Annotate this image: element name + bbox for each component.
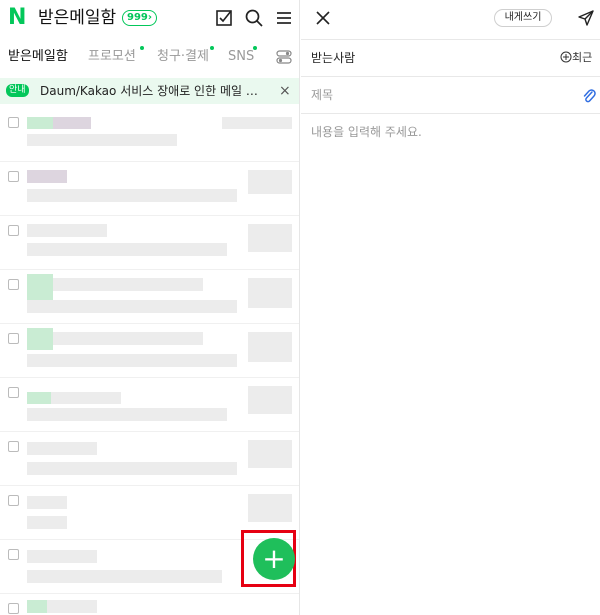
blurred-subject: [27, 408, 227, 421]
blurred-subject: [27, 570, 222, 583]
mail-row[interactable]: [0, 162, 299, 216]
mail-row[interactable]: [0, 324, 299, 378]
compose-check-icon[interactable]: [214, 8, 234, 28]
tab-promotion[interactable]: 프로모션: [88, 48, 136, 66]
tab-sns[interactable]: SNS: [228, 48, 254, 66]
blurred-sender: [27, 496, 67, 509]
mail-checkbox[interactable]: [8, 225, 19, 236]
mail-checkbox[interactable]: [8, 549, 19, 560]
mail-row[interactable]: [0, 108, 299, 162]
mail-list-pane: N 받은메일함 999› 받은메일함 프로모션 청구·결제 SNS 안내 Dau…: [0, 0, 300, 615]
naver-logo[interactable]: N: [8, 7, 30, 29]
add-circle-icon: [560, 51, 572, 63]
mail-row[interactable]: [0, 216, 299, 270]
recipient-label[interactable]: 받는사람: [311, 50, 355, 66]
plus-icon: +: [262, 542, 286, 575]
tab-sns-new-dot: [253, 46, 257, 50]
notice-close-button[interactable]: ×: [279, 83, 291, 99]
blurred-sender: [27, 392, 51, 404]
tab-billing[interactable]: 청구·결제: [157, 48, 209, 66]
blurred-sender: [53, 278, 203, 291]
blurred-sender: [53, 332, 203, 345]
blurred-sender: [27, 328, 53, 350]
tab-settings-toggle-icon[interactable]: [276, 49, 292, 65]
write-to-self-button[interactable]: 내게쓰기: [494, 9, 552, 27]
tab-billing-new-dot: [210, 46, 214, 50]
blurred-date: [248, 494, 292, 522]
blurred-subject: [27, 134, 177, 146]
mail-checkbox[interactable]: [8, 495, 19, 506]
service-notice-banner[interactable]: 안내 Daum/Kakao 서비스 장애로 인한 메일 발… ×: [0, 78, 299, 104]
blurred-subject: [27, 300, 237, 313]
mail-checkbox[interactable]: [8, 171, 19, 182]
mail-row[interactable]: [0, 270, 299, 324]
menu-icon[interactable]: [274, 8, 294, 28]
blurred-sender: [27, 224, 107, 237]
body-field[interactable]: 내용을 입력해 주세요.: [301, 113, 600, 615]
subject-placeholder[interactable]: 제목: [311, 87, 333, 103]
send-icon[interactable]: [577, 9, 595, 27]
mail-row[interactable]: [0, 378, 299, 432]
blurred-sender: [27, 600, 47, 613]
mail-checkbox[interactable]: [8, 603, 19, 614]
blurred-date: [248, 332, 292, 362]
blurred-sender: [27, 274, 53, 300]
blurred-sender: [53, 117, 91, 129]
notice-text[interactable]: Daum/Kakao 서비스 장애로 인한 메일 발…: [40, 83, 266, 99]
mail-checkbox[interactable]: [8, 387, 19, 398]
blurred-sender: [27, 117, 53, 129]
notice-badge: 안내: [6, 84, 29, 97]
mail-header: N 받은메일함 999›: [0, 0, 299, 36]
mail-row[interactable]: [0, 432, 299, 486]
compose-fab-button[interactable]: +: [253, 538, 295, 580]
recent-label: 최근: [572, 51, 593, 64]
compose-pane: 내게쓰기 받는사람 최근 제목 내용을 입력해 주세요.: [301, 0, 600, 615]
mail-checkbox[interactable]: [8, 279, 19, 290]
blurred-sender: [51, 392, 121, 404]
tab-promotion-new-dot: [140, 46, 144, 50]
subject-field[interactable]: 제목: [301, 76, 600, 112]
recipient-field[interactable]: 받는사람 최근: [301, 39, 600, 75]
mail-checkbox[interactable]: [8, 333, 19, 344]
mail-checkbox[interactable]: [8, 117, 19, 128]
recent-recipients-button[interactable]: 최근: [560, 50, 592, 66]
blurred-subject: [27, 516, 67, 529]
blurred-date: [222, 117, 292, 129]
blurred-subject: [27, 354, 237, 367]
blurred-subject: [27, 243, 227, 256]
blurred-date: [248, 440, 292, 468]
mail-tabs: 받은메일함 프로모션 청구·결제 SNS: [0, 40, 299, 76]
unread-count-badge[interactable]: 999›: [122, 10, 157, 26]
blurred-sender: [27, 170, 67, 183]
mail-checkbox[interactable]: [8, 441, 19, 452]
mailbox-title[interactable]: 받은메일함: [38, 8, 116, 28]
tab-inbox[interactable]: 받은메일함: [8, 48, 68, 66]
compose-toolbar: 내게쓰기: [301, 0, 600, 38]
blurred-date: [248, 386, 292, 414]
search-icon[interactable]: [244, 8, 264, 28]
blurred-subject: [27, 189, 237, 202]
attachment-icon[interactable]: [582, 88, 596, 104]
blurred-sender: [27, 550, 97, 563]
mail-row[interactable]: [0, 594, 299, 615]
body-placeholder[interactable]: 내용을 입력해 주세요.: [311, 124, 422, 140]
blurred-date: [248, 224, 292, 252]
blurred-sender: [27, 442, 97, 455]
blurred-date: [248, 170, 292, 194]
blurred-subject: [27, 462, 237, 475]
blurred-sender: [47, 600, 97, 613]
close-icon[interactable]: [313, 8, 333, 28]
blurred-date: [248, 278, 292, 308]
